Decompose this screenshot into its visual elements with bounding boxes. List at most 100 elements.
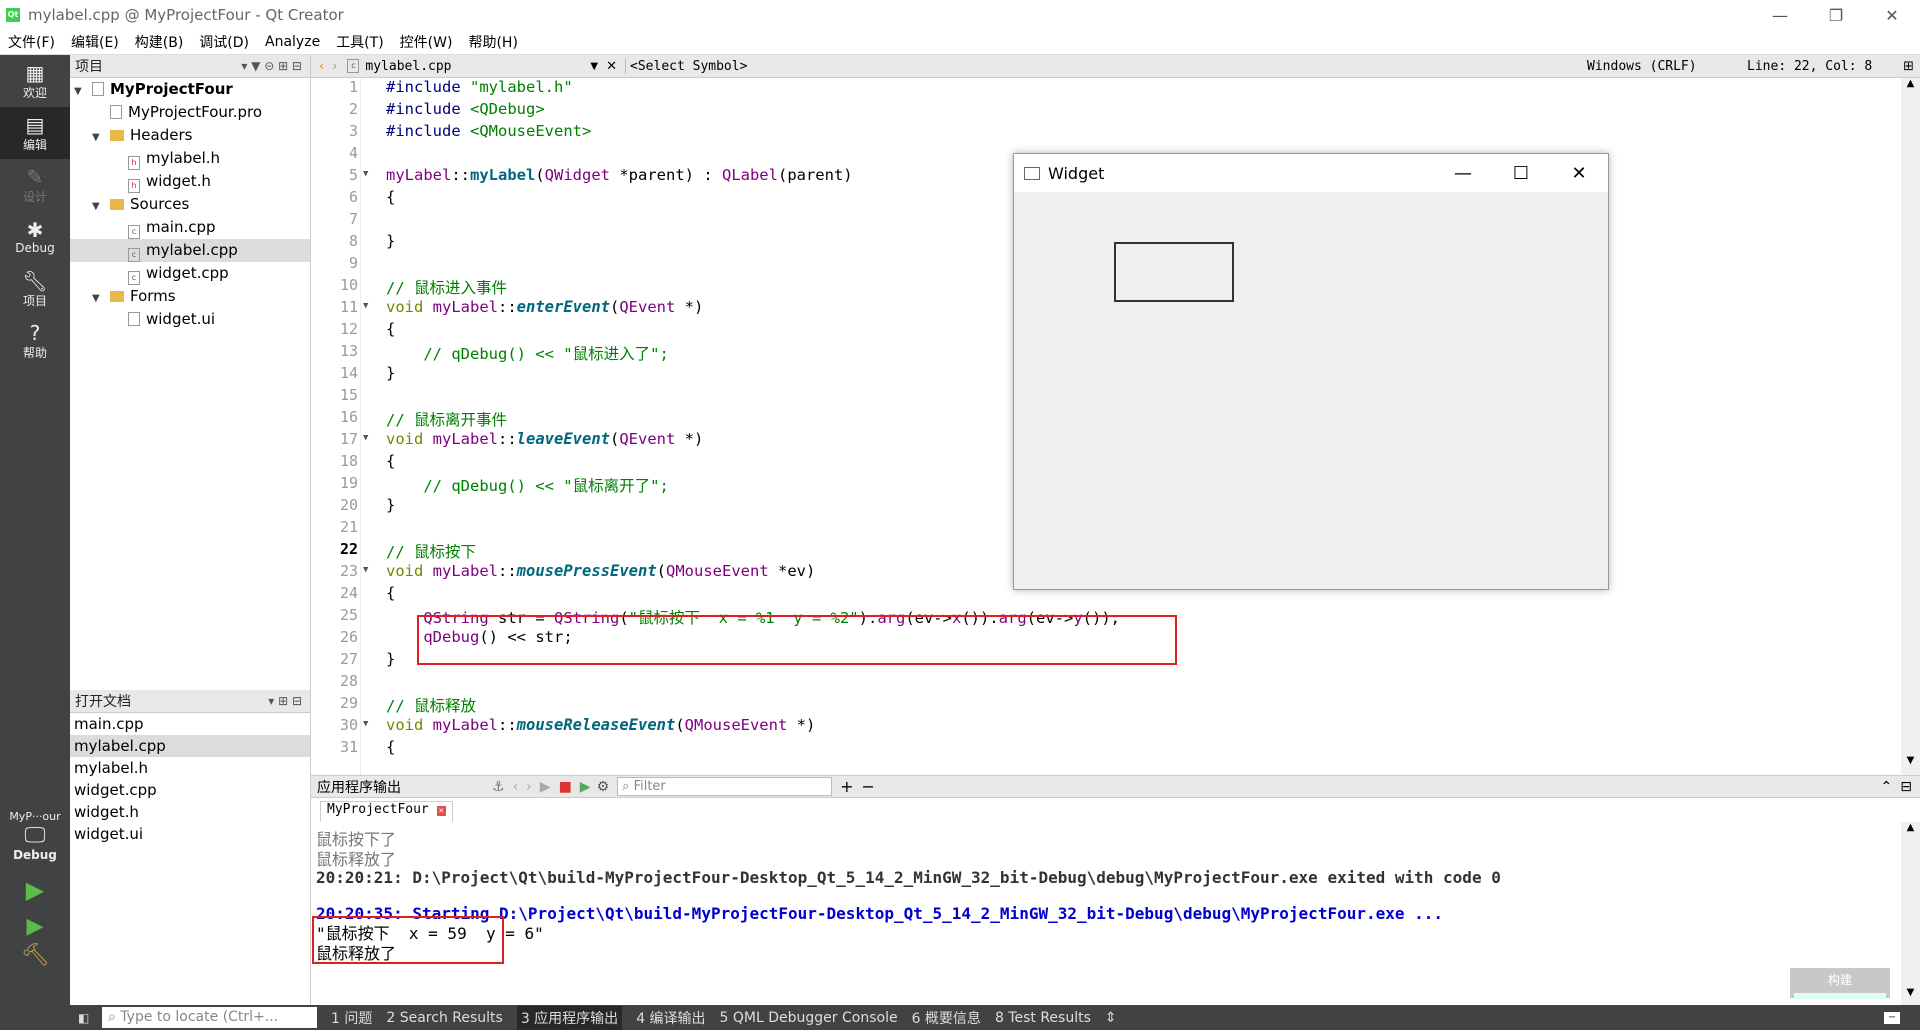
- close-button[interactable]: ✕: [1864, 0, 1920, 30]
- back-icon[interactable]: ‹: [319, 59, 324, 74]
- widget-close-button[interactable]: ✕: [1550, 154, 1608, 192]
- split-icon[interactable]: ⊞: [1903, 59, 1914, 74]
- run-icon[interactable]: ▶: [0, 876, 70, 904]
- tree-item[interactable]: c mylabel.cpp: [70, 239, 310, 262]
- status-tab-search[interactable]: 2 Search Results: [386, 1010, 502, 1026]
- tree-item[interactable]: widget.ui: [70, 308, 310, 331]
- next-icon[interactable]: ›: [526, 779, 532, 795]
- status-tab-tests[interactable]: 8 Test Results: [995, 1010, 1091, 1026]
- pencil-icon: ✎: [26, 164, 44, 189]
- close-file-icon[interactable]: ✕: [606, 59, 617, 74]
- tree-item-label: mylabel.h: [146, 149, 221, 167]
- tree-item[interactable]: ▼ Headers: [70, 124, 310, 147]
- close-tab-icon[interactable]: ✕: [436, 806, 446, 816]
- locate-input[interactable]: ⌕ Type to locate (Ctrl+...: [102, 1007, 317, 1028]
- expand-arrow-icon[interactable]: ▼: [92, 287, 110, 310]
- tree-item[interactable]: h mylabel.h: [70, 147, 310, 170]
- open-document-item[interactable]: widget.h: [70, 801, 310, 823]
- menu-edit[interactable]: 编辑(E): [63, 32, 127, 52]
- toggle-sidebar-icon[interactable]: ◧: [78, 1011, 89, 1025]
- kit-selector[interactable]: MyP···our 🖵︎ Debug ▶ ▶ 🔨︎: [0, 810, 70, 968]
- tree-item[interactable]: c main.cpp: [70, 216, 310, 239]
- mode-edit[interactable]: ▤ 编辑: [0, 107, 70, 159]
- line-number: 22: [339, 540, 358, 558]
- maximize-pane-icon[interactable]: ⌃: [1881, 779, 1893, 795]
- tree-item-label: Headers: [130, 126, 193, 144]
- build-hammer-icon[interactable]: 🔨︎: [0, 943, 70, 968]
- help-icon: ?: [29, 320, 41, 345]
- pane-toolbar-icons[interactable]: ▾ ⊞ ⊟: [268, 694, 302, 708]
- encoding-selector[interactable]: Windows (CRLF): [1587, 59, 1737, 74]
- fold-marker-icon[interactable]: ▼: [363, 565, 368, 575]
- symbol-selector[interactable]: <Select Symbol>: [625, 58, 1545, 74]
- menu-analyze[interactable]: Analyze: [257, 34, 328, 50]
- status-tab-qml[interactable]: 5 QML Debugger Console: [720, 1010, 898, 1026]
- expand-arrow-icon[interactable]: ▼: [92, 195, 110, 218]
- mode-projects[interactable]: 🔧︎ 项目: [0, 263, 70, 315]
- tree-item[interactable]: c widget.cpp: [70, 262, 310, 285]
- progress-toggle-icon[interactable]: −: [1884, 1011, 1900, 1024]
- close-pane-icon[interactable]: ⊟: [1900, 779, 1912, 795]
- rerun-icon[interactable]: ▶: [580, 779, 591, 795]
- mode-welcome[interactable]: ▦ 欢迎: [0, 55, 70, 107]
- fold-marker-icon[interactable]: ▼: [363, 719, 368, 729]
- output-tab[interactable]: MyProjectFour ✕: [320, 801, 453, 822]
- open-document-item[interactable]: widget.ui: [70, 823, 310, 845]
- menu-debug[interactable]: 调试(D): [191, 32, 257, 52]
- menu-file[interactable]: 文件(F): [0, 32, 63, 52]
- more-tabs-icon[interactable]: ⇕: [1105, 1010, 1117, 1026]
- widget-minimize-button[interactable]: —: [1434, 154, 1492, 192]
- application-output[interactable]: 鼠标按下了 鼠标释放了 20:20:21: D:\Project\Qt\buil…: [311, 822, 1901, 1005]
- status-tab-app-output[interactable]: 3 应用程序输出: [516, 1005, 623, 1030]
- status-tab-overview[interactable]: 6 概要信息: [912, 1008, 981, 1028]
- status-tab-compile[interactable]: 4 编译输出: [636, 1008, 705, 1028]
- file-icon: [128, 312, 140, 326]
- tree-item[interactable]: MyProjectFour.pro: [70, 101, 310, 124]
- line-number: 15: [339, 386, 358, 404]
- debug-run-icon[interactable]: ▶: [0, 914, 70, 939]
- filter-input[interactable]: ⌕ Filter: [617, 777, 833, 796]
- tree-item[interactable]: ▼ Sources: [70, 193, 310, 216]
- tree-item[interactable]: ▼ MyProjectFour: [70, 78, 310, 101]
- open-document-item[interactable]: mylabel.cpp: [70, 735, 310, 757]
- attach-icon[interactable]: ⚓︎: [492, 779, 505, 795]
- mylabel-box[interactable]: [1114, 242, 1234, 302]
- forward-icon[interactable]: ›: [332, 59, 337, 74]
- tree-item[interactable]: h widget.h: [70, 170, 310, 193]
- status-tab-issues[interactable]: 1 问题: [331, 1008, 372, 1028]
- fold-marker-icon[interactable]: ▼: [363, 433, 368, 443]
- expand-arrow-icon[interactable]: ▼: [92, 126, 110, 149]
- prev-icon[interactable]: ‹: [513, 779, 519, 795]
- run-icon[interactable]: ▶: [540, 779, 551, 795]
- menu-help[interactable]: 帮助(H): [460, 32, 525, 52]
- fold-marker-icon[interactable]: ▼: [363, 169, 368, 179]
- mode-debug[interactable]: ✱ Debug: [0, 211, 70, 263]
- menu-controls[interactable]: 控件(W): [392, 32, 461, 52]
- kit-name: MyP···our: [9, 810, 61, 823]
- mode-design[interactable]: ✎ 设计: [0, 159, 70, 211]
- line-number: 17: [339, 430, 358, 448]
- remove-icon[interactable]: −: [862, 777, 875, 796]
- widget-maximize-button[interactable]: ☐: [1492, 154, 1550, 192]
- fold-marker-icon[interactable]: ▼: [363, 301, 368, 311]
- current-file[interactable]: mylabel.cpp: [365, 59, 590, 74]
- open-document-item[interactable]: widget.cpp: [70, 779, 310, 801]
- mode-help[interactable]: ? 帮助: [0, 315, 70, 367]
- expand-arrow-icon[interactable]: ▼: [74, 80, 92, 103]
- open-document-item[interactable]: mylabel.h: [70, 757, 310, 779]
- edit-icon: ▤: [25, 112, 45, 137]
- cursor-position[interactable]: Line: 22, Col: 8: [1747, 59, 1872, 74]
- stop-icon[interactable]: ■: [559, 779, 572, 795]
- tree-item[interactable]: ▼ Forms: [70, 285, 310, 308]
- add-icon[interactable]: +: [840, 777, 853, 796]
- editor-scrollbar[interactable]: ▲ ▼: [1901, 78, 1920, 775]
- menu-build[interactable]: 构建(B): [127, 32, 192, 52]
- menu-tools[interactable]: 工具(T): [328, 32, 391, 52]
- file-dropdown-icon[interactable]: ▼: [590, 61, 598, 72]
- restore-button[interactable]: ❐: [1808, 0, 1864, 30]
- pane-toolbar-icons[interactable]: ▾ ▼ ⊝ ⊞ ⊟: [241, 59, 302, 73]
- settings-icon[interactable]: ⚙: [597, 779, 610, 795]
- minimize-button[interactable]: —: [1752, 0, 1808, 30]
- open-document-item[interactable]: main.cpp: [70, 713, 310, 735]
- output-scrollbar[interactable]: ▲ ▼: [1901, 822, 1920, 1005]
